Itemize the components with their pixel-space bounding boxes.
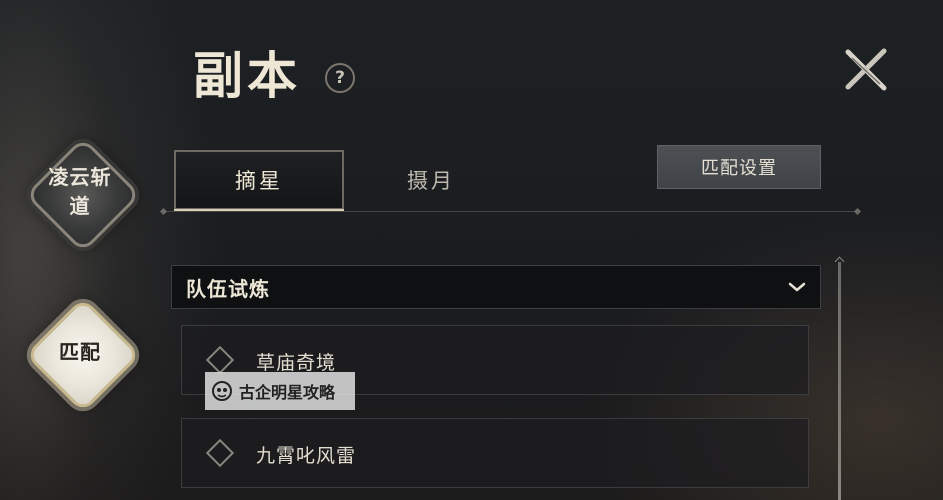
watermark-logo-icon — [212, 381, 232, 401]
help-icon[interactable]: ? — [325, 63, 355, 93]
list-item-label: 草庙奇境 — [256, 352, 337, 374]
page-title: 副本 — [193, 46, 301, 105]
list-item-label: 九霄叱风雷 — [256, 445, 357, 467]
chevron-down-icon — [788, 282, 806, 292]
diamond-checkbox-icon[interactable] — [205, 438, 235, 468]
close-icon[interactable] — [840, 46, 890, 92]
sidebar-item-label: 凌云斩道 — [48, 165, 112, 218]
diamond-checkbox-icon[interactable] — [205, 345, 235, 375]
sidebar-item-lingyun-zhandao[interactable]: 凌云斩道 — [20, 132, 141, 253]
match-settings-button[interactable]: 匹配设置 — [657, 145, 821, 189]
watermark-badge: 古企明星攻略 — [205, 372, 355, 410]
tab-sheyue[interactable]: 摄月 — [346, 150, 516, 210]
list-item[interactable]: 九霄叱风雷 — [181, 418, 809, 488]
mode-dropdown[interactable]: 队伍试炼 — [171, 265, 821, 309]
tab-divider — [163, 211, 858, 212]
dropdown-selected-label: 队伍试炼 — [186, 276, 270, 301]
scrollbar[interactable] — [838, 262, 841, 500]
sidebar-item-match[interactable]: 匹配 — [20, 292, 141, 413]
tab-zhaixing[interactable]: 摘星 — [174, 150, 344, 212]
sidebar-item-label: 匹配 — [59, 339, 101, 364]
watermark-text: 古企明星攻略 — [239, 383, 336, 402]
